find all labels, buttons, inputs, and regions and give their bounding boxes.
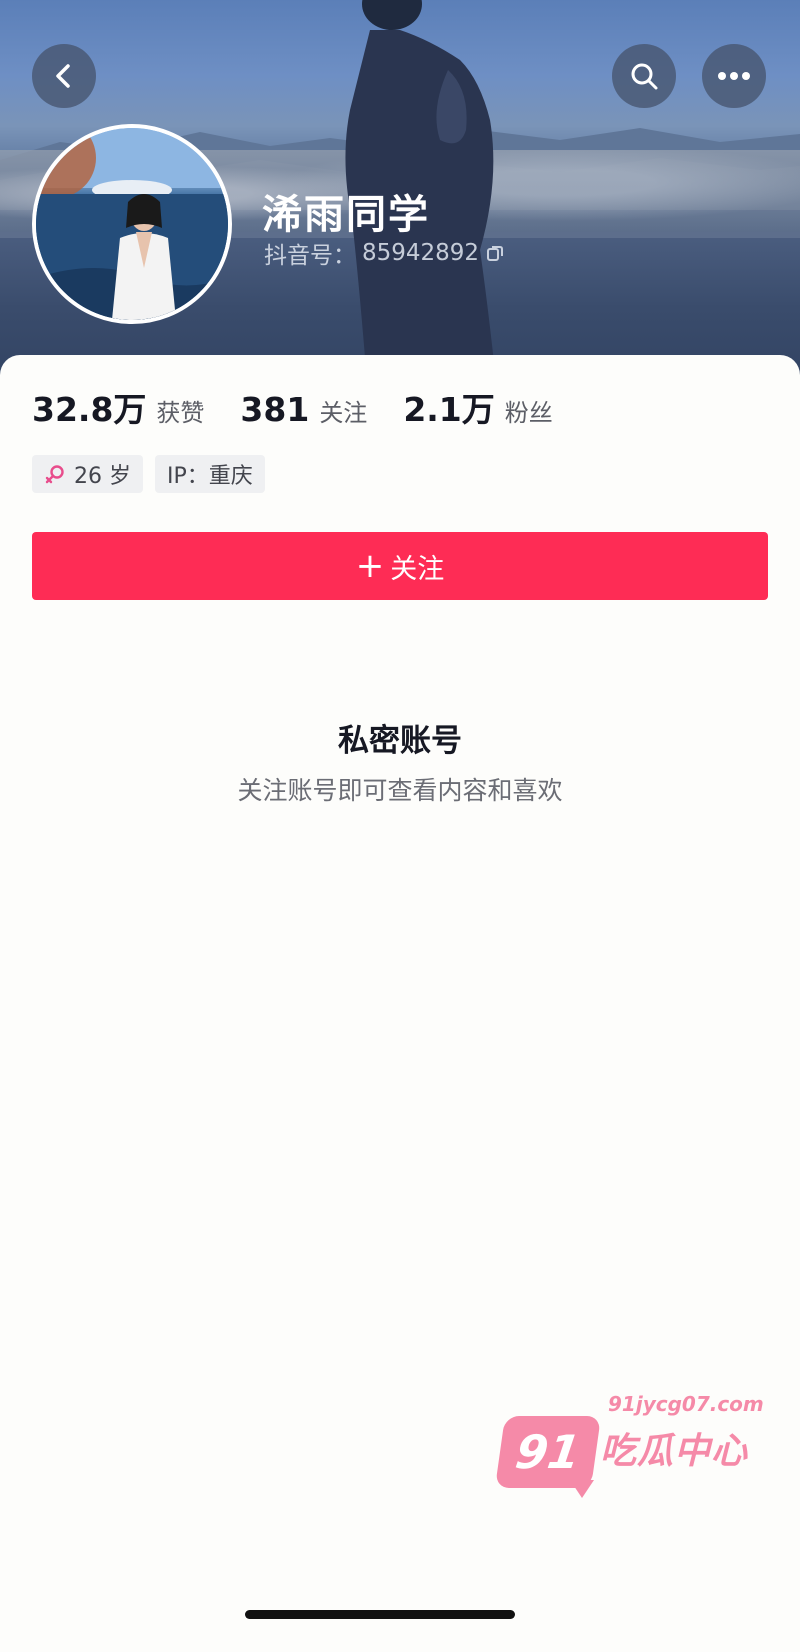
ip-tag: IP：重庆 <box>155 455 265 493</box>
copy-icon[interactable] <box>485 243 505 263</box>
stat-following-value: 381 <box>240 390 310 429</box>
follow-button[interactable]: + 关注 <box>32 532 768 600</box>
avatar[interactable] <box>32 124 232 324</box>
profile-tags: 26 岁 IP：重庆 <box>32 455 265 493</box>
avatar-image <box>36 128 228 320</box>
watermark-text: 吃瓜中心 <box>600 1431 749 1472</box>
follow-button-label: 关注 <box>390 553 445 585</box>
search-icon <box>631 63 658 90</box>
douyin-id[interactable]: 抖音号： 85942892 <box>264 236 505 270</box>
watermark-url: 91jycg07.com <box>608 1392 764 1416</box>
watermark-badge-text: 91 <box>512 1425 584 1479</box>
watermark: 91 91jycg07.com 吃瓜中心 <box>494 1392 770 1502</box>
stat-likes-value: 32.8万 <box>32 390 147 429</box>
home-indicator <box>245 1610 515 1619</box>
more-horizontal-icon <box>718 72 750 80</box>
stat-followers[interactable]: 2.1万 粉丝 <box>403 383 552 431</box>
watermark-badge: 91 <box>494 1416 602 1488</box>
chevron-left-icon <box>56 64 70 88</box>
private-account-title: 私密账号 <box>338 723 462 759</box>
douyin-id-value: 85942892 <box>362 240 480 266</box>
stat-following-label: 关注 <box>319 399 368 427</box>
back-button[interactable] <box>32 44 96 108</box>
private-account-subtitle: 关注账号即可查看内容和喜欢 <box>237 776 563 805</box>
stat-following[interactable]: 381 关注 <box>240 390 367 429</box>
stat-followers-value: 2.1万 <box>403 390 495 429</box>
stat-likes-label: 获赞 <box>156 399 205 427</box>
female-icon <box>45 465 64 484</box>
stat-likes[interactable]: 32.8万 获赞 <box>32 383 204 431</box>
age-tag: 26 岁 <box>32 455 143 493</box>
search-button[interactable] <box>612 44 676 108</box>
ip-text: IP：重庆 <box>167 464 253 489</box>
plus-icon: + <box>355 546 385 586</box>
douyin-id-label: 抖音号： <box>264 243 356 269</box>
profile-name: 浠雨同学 <box>262 192 430 238</box>
stats-row: 32.8万 获赞 381 关注 2.1万 粉丝 <box>32 383 589 431</box>
age-text: 26 岁 <box>74 464 131 489</box>
watermark-badge-tail <box>570 1480 594 1498</box>
more-button[interactable] <box>702 44 766 108</box>
stat-followers-label: 粉丝 <box>504 399 553 427</box>
